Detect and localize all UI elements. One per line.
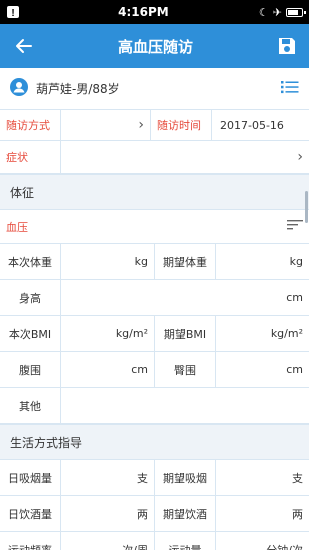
exercise-row: 运动频率 次/周 运动量 分钟/次 [0,532,309,550]
bp-row[interactable]: 血压 [0,210,309,244]
drink-label: 日饮酒量 [0,496,61,531]
weight-label: 本次体重 [0,244,61,279]
other-label: 其他 [0,388,61,423]
svg-text:!: ! [11,8,14,19]
target-drink-field[interactable]: 两 [216,496,309,531]
status-time: 4:16PM [118,5,169,19]
other-field[interactable] [61,388,309,423]
hip-label: 臀围 [155,352,216,387]
sort-list-icon[interactable] [287,219,303,234]
height-label: 身高 [0,280,61,315]
target-bmi-field[interactable]: kg/m² [216,316,309,351]
bmi-label: 本次BMI [0,316,61,351]
list-menu-icon[interactable] [281,80,299,97]
visit-time-label: 随访时间 [151,110,212,140]
target-weight-label: 期望体重 [155,244,216,279]
bmi-row: 本次BMI kg/m² 期望BMI kg/m² [0,316,309,352]
visit-method-label: 随访方式 [0,110,61,140]
waist-label: 腹围 [0,352,61,387]
smoke-row: 日吸烟量 支 期望吸烟 支 [0,460,309,496]
symptom-label: 症状 [0,141,61,173]
visit-method-select[interactable]: › [61,110,151,140]
visit-time-field[interactable]: 2017-05-16 [212,110,309,140]
patient-bar: 葫芦娃-男/88岁 [0,68,309,110]
section-lifestyle: 生活方式指导 [0,424,309,460]
target-bmi-label: 期望BMI [155,316,216,351]
battery-icon [286,7,306,17]
scrollbar[interactable] [305,191,308,223]
hip-field[interactable]: cm [216,352,309,387]
exercise-amount-field[interactable]: 分钟/次 [216,532,309,550]
user-avatar-icon [10,78,28,99]
smoke-field[interactable]: 支 [61,460,155,495]
smoke-label: 日吸烟量 [0,460,61,495]
exercise-freq-field[interactable]: 次/周 [61,532,155,550]
page-title: 高血压随访 [117,37,193,56]
bp-field[interactable] [61,210,309,243]
target-weight-field[interactable]: kg [216,244,309,279]
symptom-select[interactable]: › [61,141,309,173]
target-smoke-field[interactable]: 支 [216,460,309,495]
chevron-right-icon: › [138,117,144,133]
weight-row: 本次体重 kg 期望体重 kg [0,244,309,280]
weight-field[interactable]: kg [61,244,155,279]
chevron-right-icon: › [297,149,303,165]
bmi-field[interactable]: kg/m² [61,316,155,351]
waist-field[interactable]: cm [61,352,155,387]
app-bar: 高血压随访 [0,24,309,68]
back-arrow-icon[interactable] [12,34,36,58]
visit-row: 随访方式 › 随访时间 2017-05-16 [0,110,309,141]
bp-label: 血压 [6,220,28,234]
target-smoke-label: 期望吸烟 [155,460,216,495]
waist-row: 腹围 cm 臀围 cm [0,352,309,388]
moon-icon: ☾ [258,5,269,19]
airplane-icon: ✈ [272,5,282,19]
height-row: 身高 cm [0,280,309,316]
notification-icon: ! [6,5,28,19]
exercise-freq-label: 运动频率 [0,532,61,550]
exercise-amount-label: 运动量 [155,532,216,550]
status-bar: ! 4:16PM ☾ ✈ [0,0,309,24]
drink-row: 日饮酒量 两 期望饮酒 两 [0,496,309,532]
target-drink-label: 期望饮酒 [155,496,216,531]
save-icon[interactable] [275,34,299,58]
drink-field[interactable]: 两 [61,496,155,531]
patient-name: 葫芦娃-男/88岁 [36,82,120,96]
other-row: 其他 [0,388,309,424]
symptom-row[interactable]: 症状 › [0,141,309,174]
height-field[interactable]: cm [61,280,309,315]
section-vitals: 体征 [0,174,309,210]
